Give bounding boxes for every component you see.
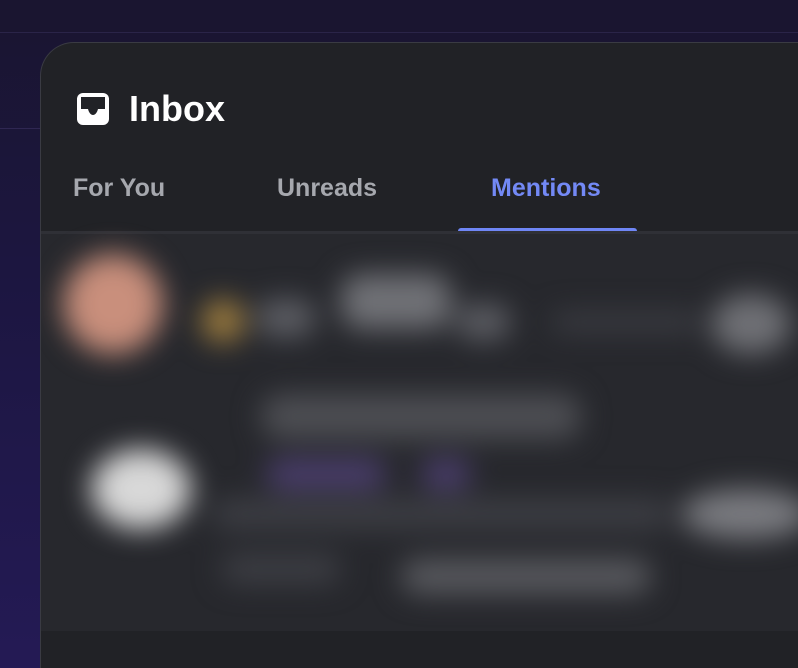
jump-button — [711, 294, 791, 354]
author-name — [256, 299, 316, 337]
inbox-panel: Inbox For You Unreads Mentions — [40, 42, 798, 668]
timestamp — [551, 312, 701, 332]
blurred-mention-content — [41, 234, 798, 634]
author-tag — [456, 304, 511, 340]
message-text — [221, 554, 341, 584]
page-title: Inbox — [129, 88, 225, 129]
message-text — [401, 559, 651, 594]
feed-bottom — [41, 631, 798, 668]
inbox-icon — [77, 93, 109, 125]
avatar — [63, 254, 163, 354]
mentions-feed — [41, 234, 798, 634]
tab-mentions[interactable]: Mentions — [491, 173, 601, 203]
inbox-tabs: For You Unreads Mentions — [41, 163, 798, 232]
message-text — [266, 459, 386, 489]
emoji-icon — [201, 299, 245, 343]
tab-unreads[interactable]: Unreads — [277, 173, 377, 203]
message-text — [421, 459, 471, 489]
author-name — [341, 274, 451, 329]
message-text — [211, 499, 671, 529]
inbox-header: Inbox For You Unreads Mentions — [41, 43, 798, 232]
tab-for-you[interactable]: For You — [73, 173, 165, 203]
message-text — [261, 394, 581, 439]
left-sidebar-edge — [0, 128, 40, 668]
avatar — [91, 449, 191, 529]
jump-button — [681, 489, 798, 539]
window-top-bar — [0, 0, 798, 33]
